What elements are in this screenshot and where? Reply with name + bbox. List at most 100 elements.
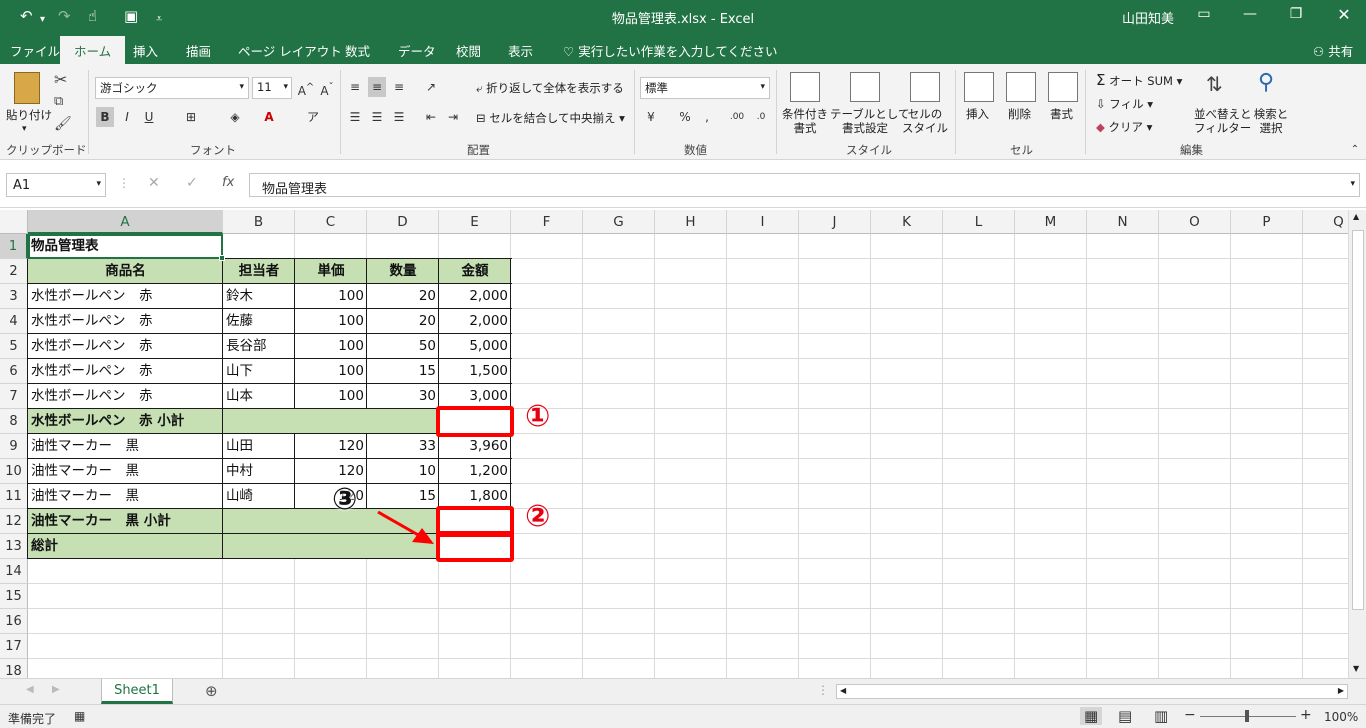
vertical-scrollbar[interactable]: ▲ ▼ [1348,210,1366,678]
share-button[interactable]: ⚇ 共有 [1313,41,1353,60]
cell-column-header[interactable]: 数量 [367,259,439,284]
cell-item[interactable]: 油性マーカー 黒 [28,484,223,509]
tab-review[interactable]: 校閲 [456,41,481,60]
collapse-ribbon-icon[interactable]: ⌃ [1346,140,1364,160]
enter-icon[interactable]: ✓ [186,175,198,191]
cell-item[interactable]: 油性マーカー 黒 [28,434,223,459]
row-header-5[interactable]: 5 [0,334,28,359]
column-header-K[interactable]: K [871,210,943,234]
row-header-7[interactable]: 7 [0,384,28,409]
cell-amount[interactable]: 1,200 [439,459,511,484]
decrease-indent-icon[interactable]: ⇤ [422,107,440,127]
row-header-2[interactable]: 2 [0,259,28,284]
cell-person[interactable]: 山下 [223,359,295,384]
cell-amount[interactable]: 2,000 [439,309,511,334]
fill-button[interactable]: ⇩ フィル ▾ [1096,97,1153,111]
currency-icon[interactable]: ¥ [642,107,660,127]
phonetic-icon[interactable]: ア [304,107,322,127]
underline-button[interactable]: U [140,107,158,127]
format-as-table-icon[interactable] [850,72,880,102]
cell-column-header[interactable]: 担当者 [223,259,295,284]
cell-subtotal-label[interactable]: 油性マーカー 黒 小計 [28,509,223,534]
font-size-select[interactable]: 11 ▾ [252,77,292,99]
row-header-13[interactable]: 13 [0,534,28,559]
row-header-4[interactable]: 4 [0,309,28,334]
wrap-text-button[interactable]: ⤶ 折り返して全体を表示する [476,81,624,95]
zoom-in-icon[interactable]: + [1300,707,1312,723]
fill-color-icon[interactable]: ◈ [226,107,244,127]
column-header-P[interactable]: P [1231,210,1303,234]
row-header-9[interactable]: 9 [0,434,28,459]
cell-price[interactable]: 120 [295,434,367,459]
cell-price[interactable]: 120 [295,459,367,484]
cell-item[interactable]: 水性ボールペン 赤 [28,359,223,384]
macro-record-icon[interactable]: ▦ [74,709,85,723]
tab-draw[interactable]: 描画 [186,41,211,60]
cell-column-header[interactable]: 単価 [295,259,367,284]
cell-styles-button[interactable]: セルの スタイル [900,107,950,135]
cell-person[interactable]: 中村 [223,459,295,484]
cell-price[interactable]: 100 [295,284,367,309]
cell-person[interactable]: 鈴木 [223,284,295,309]
column-header-B[interactable]: B [223,210,295,234]
sort-filter-button[interactable]: 並べ替えと フィルター [1194,107,1252,135]
delete-cells-button[interactable]: 削除 [1008,107,1031,121]
cell-qty[interactable]: 15 [367,359,439,384]
row-header-6[interactable]: 6 [0,359,28,384]
row-header-12[interactable]: 12 [0,509,28,534]
cell-column-header[interactable]: 金額 [439,259,511,284]
column-header-A[interactable]: A [28,210,223,234]
row-header-3[interactable]: 3 [0,284,28,309]
conditional-format-button[interactable]: 条件付き 書式 [782,107,828,135]
minimize-icon[interactable]: — [1240,6,1260,22]
scroll-up-icon[interactable]: ▲ [1353,212,1359,221]
cell-qty[interactable]: 20 [367,284,439,309]
cell-subtotal-label[interactable]: 総計 [28,534,223,559]
page-layout-view-icon[interactable]: ▤ [1118,707,1132,725]
cell-person[interactable]: 佐藤 [223,309,295,334]
insert-cells-icon[interactable] [964,72,994,102]
zoom-out-icon[interactable]: − [1184,707,1196,723]
percent-icon[interactable]: % [676,107,694,127]
scroll-down-icon[interactable]: ▼ [1353,664,1359,673]
scroll-left-icon[interactable]: ◀ [840,686,846,695]
merge-center-button[interactable]: ⊟ セルを結合して中央揃え ▾ [476,111,625,125]
paste-icon[interactable] [14,72,40,104]
increase-indent-icon[interactable]: ⇥ [444,107,462,127]
find-select-button[interactable]: 検索と 選択 [1252,107,1290,135]
format-painter-icon[interactable]: 🖌 [54,116,72,132]
horizontal-scrollbar[interactable]: ◀ ▶ [836,684,1348,699]
increase-decimal-icon[interactable]: .00 [728,107,746,127]
splitter-icon[interactable]: ⋮ [118,176,130,190]
copy-icon[interactable]: ⧉ [54,94,63,109]
clear-button[interactable]: ◆ クリア ▾ [1096,120,1152,134]
cell-amount[interactable]: 1,500 [439,359,511,384]
cell-item[interactable]: 水性ボールペン 赤 [28,284,223,309]
cell-amount[interactable]: 2,000 [439,284,511,309]
cell-price[interactable]: 100 [295,309,367,334]
row-header-17[interactable]: 17 [0,634,28,659]
border-icon[interactable]: ⊞ [182,107,200,127]
tab-view[interactable]: 表示 [508,41,533,60]
row-header-11[interactable]: 11 [0,484,28,509]
cell-item[interactable]: 水性ボールペン 赤 [28,309,223,334]
cancel-icon[interactable]: ✕ [148,175,160,191]
tell-me-box[interactable]: ♡ 実行したい作業を入力してください [563,41,777,60]
cell-qty[interactable]: 15 [367,484,439,509]
insert-cells-button[interactable]: 挿入 [966,107,989,121]
cell-person[interactable]: 山田 [223,434,295,459]
tab-page-layout[interactable]: ページ レイアウト [238,41,342,60]
increase-font-icon[interactable]: A^ [297,78,315,98]
page-break-view-icon[interactable]: ▥ [1154,707,1168,725]
fill-handle[interactable] [219,255,225,261]
row-header-14[interactable]: 14 [0,559,28,584]
left-align-icon[interactable]: ☰ [346,107,364,127]
tab-insert[interactable]: 挿入 [133,41,158,60]
cut-icon[interactable]: ✂ [54,70,67,89]
row-header-10[interactable]: 10 [0,459,28,484]
prev-sheet-icon[interactable]: ◀ [26,684,34,695]
cell-qty[interactable]: 10 [367,459,439,484]
cell-person[interactable]: 山崎 [223,484,295,509]
format-cells-icon[interactable] [1048,72,1078,102]
restore-icon[interactable]: ❐ [1286,6,1306,22]
